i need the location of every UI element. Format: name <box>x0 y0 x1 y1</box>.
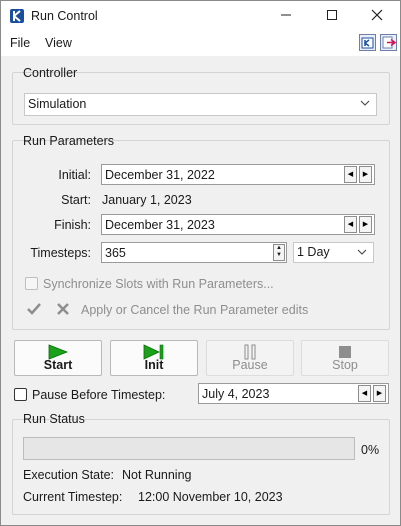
pause-before-checkbox[interactable] <box>14 388 27 401</box>
initial-date-field[interactable]: December 31, 2022 ◀ ▶ <box>101 164 375 185</box>
arrow-right-icon: ▶ <box>362 221 369 228</box>
start-date-value: January 1, 2023 <box>102 193 192 207</box>
pause-before-date-value: July 4, 2023 <box>202 387 270 401</box>
current-timestep-label: Current Timestep: <box>23 490 123 504</box>
pause-before-date-field[interactable]: July 4, 2023 ◀ ▶ <box>198 383 389 404</box>
timestep-unit-select[interactable]: 1 Day <box>293 242 374 263</box>
menu-file[interactable]: File <box>10 36 30 50</box>
finish-next-button[interactable]: ▶ <box>359 216 372 233</box>
controller-group-title: Controller <box>23 66 78 80</box>
menu-bar: File View <box>1 32 400 56</box>
start-button[interactable]: Start <box>14 340 102 376</box>
pause-button-label: Pause <box>232 358 268 372</box>
sync-slots-checkbox[interactable] <box>25 277 38 290</box>
x-icon[interactable] <box>55 301 71 320</box>
minimize-button[interactable] <box>263 1 309 32</box>
app-icon <box>10 9 24 23</box>
finish-label: Finish: <box>54 218 91 232</box>
checkmark-icon[interactable] <box>26 301 42 320</box>
finish-date-value: December 31, 2023 <box>105 218 215 232</box>
stop-button-label: Stop <box>332 358 358 372</box>
pause-before-prev-button[interactable]: ◀ <box>358 385 371 402</box>
arrow-right-icon: ▶ <box>362 171 369 178</box>
sync-slots-label: Synchronize Slots with Run Parameters... <box>43 277 274 291</box>
execution-state-label: Execution State: <box>23 468 115 482</box>
chevron-down-icon <box>357 249 367 255</box>
initial-label: Initial: <box>58 168 91 182</box>
initial-prev-button[interactable]: ◀ <box>344 166 357 183</box>
minimize-icon <box>281 14 291 16</box>
menu-view[interactable]: View <box>45 36 72 50</box>
timesteps-label: Timesteps: <box>30 246 91 260</box>
maximize-button[interactable] <box>309 1 355 32</box>
toolbar-exit-icon[interactable] <box>380 34 397 51</box>
start-label: Start: <box>61 193 91 207</box>
window-title: Run Control <box>31 9 98 23</box>
timestep-unit-value: 1 Day <box>297 245 330 259</box>
run-status-group-title: Run Status <box>23 412 85 426</box>
spinner-arrows[interactable]: ▲ ▼ <box>273 244 285 261</box>
run-progress-bar <box>23 437 355 460</box>
init-button-label: Init <box>144 358 164 372</box>
arrow-left-icon: ◀ <box>347 221 354 228</box>
toolbar-help-icon[interactable] <box>359 34 376 51</box>
timesteps-spinner[interactable]: 365 ▲ ▼ <box>101 242 287 263</box>
finish-date-field[interactable]: December 31, 2023 ◀ ▶ <box>101 214 375 235</box>
title-bar: Run Control <box>1 1 400 32</box>
close-icon <box>371 9 383 21</box>
initial-date-value: December 31, 2022 <box>105 168 215 182</box>
arrow-right-icon: ▶ <box>376 390 383 397</box>
controller-selected-value: Simulation <box>28 97 87 111</box>
init-button[interactable]: Init <box>110 340 198 376</box>
run-control-window: Run Control File View Controller Simulat… <box>0 0 401 526</box>
run-progress-text: 0% <box>361 443 380 457</box>
pause-before-next-button[interactable]: ▶ <box>373 385 386 402</box>
arrow-left-icon: ◀ <box>347 171 354 178</box>
execution-state-value: Not Running <box>122 468 192 482</box>
run-parameters-group-title: Run Parameters <box>23 134 115 148</box>
timesteps-value: 365 <box>105 246 126 260</box>
apply-cancel-label: Apply or Cancel the Run Parameter edits <box>81 303 309 317</box>
arrow-left-icon: ◀ <box>361 390 368 397</box>
start-button-label: Start <box>43 358 73 372</box>
maximize-icon <box>327 10 337 20</box>
pause-button[interactable]: Pause <box>206 340 294 376</box>
initial-next-button[interactable]: ▶ <box>359 166 372 183</box>
stop-button[interactable]: Stop <box>301 340 389 376</box>
finish-prev-button[interactable]: ◀ <box>344 216 357 233</box>
chevron-down-icon <box>360 100 370 106</box>
close-button[interactable] <box>354 1 400 32</box>
controller-select[interactable]: Simulation <box>24 93 377 116</box>
pause-before-label: Pause Before Timestep: <box>32 388 166 402</box>
current-timestep-value: 12:00 November 10, 2023 <box>138 490 283 504</box>
